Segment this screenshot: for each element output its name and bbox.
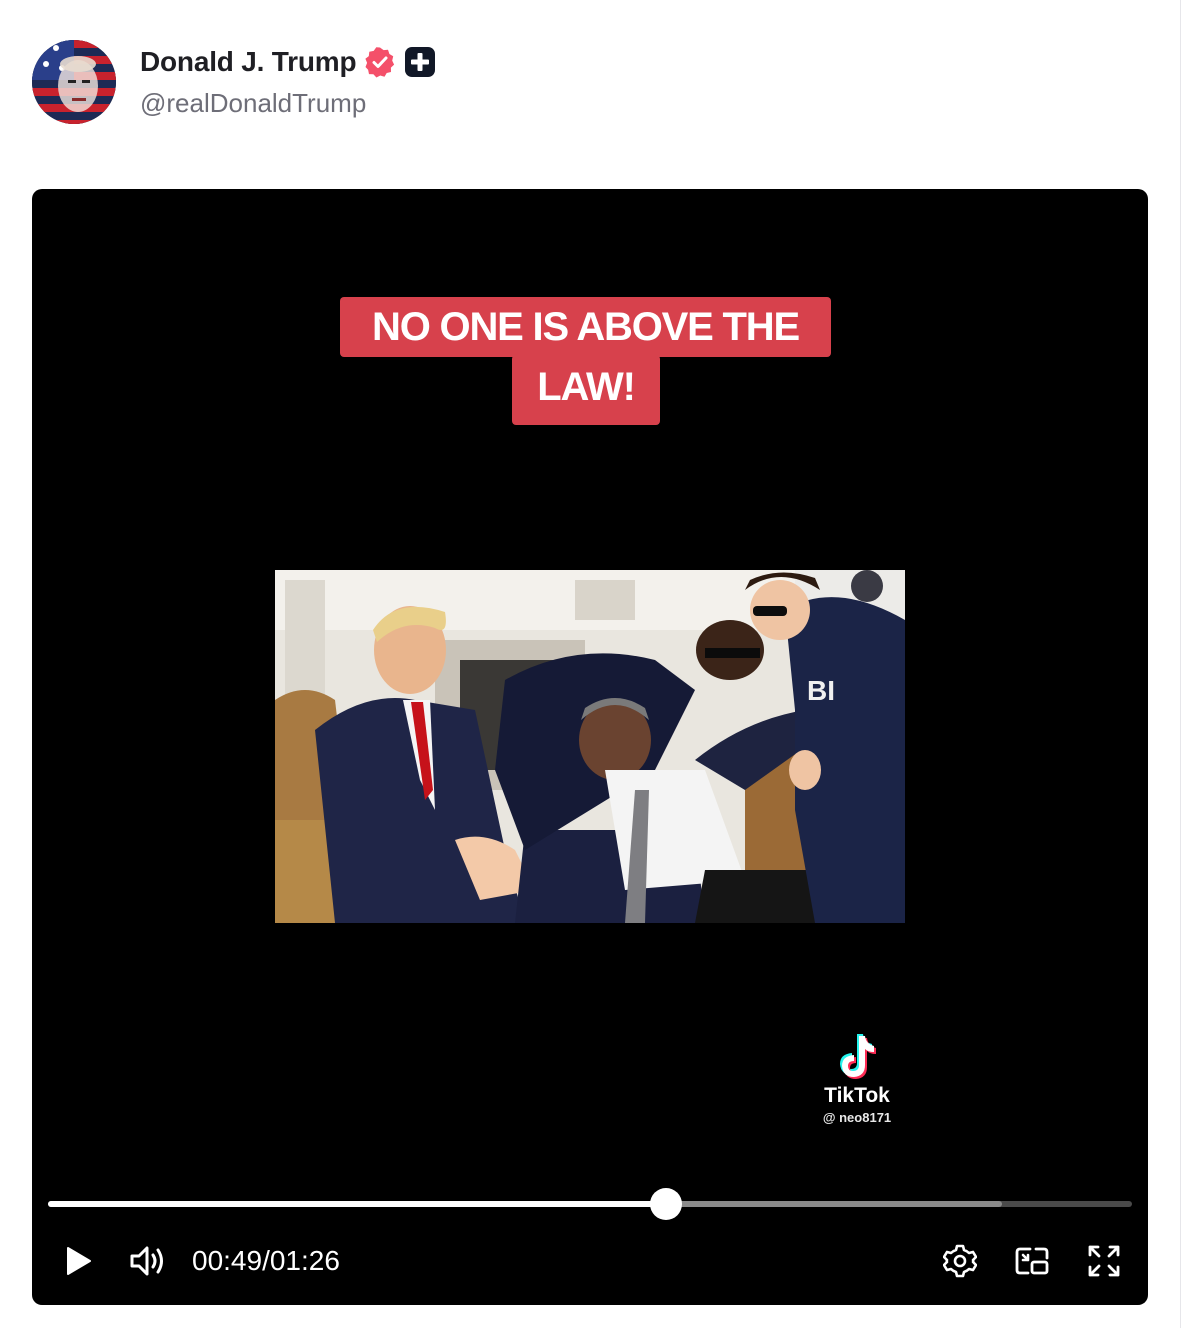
picture-in-picture-button[interactable]	[1012, 1241, 1052, 1281]
avatar[interactable]	[32, 40, 116, 124]
time-separator: /	[262, 1245, 270, 1276]
author-name-row: Donald J. Trump	[140, 42, 436, 82]
volume-button[interactable]	[128, 1241, 168, 1281]
fullscreen-button[interactable]	[1084, 1241, 1124, 1281]
progress-played	[48, 1201, 666, 1207]
page-divider	[1180, 0, 1181, 1328]
duration: 01:26	[269, 1245, 340, 1276]
volume-icon	[130, 1246, 163, 1276]
author-handle[interactable]: @realDonaldTrump	[140, 88, 366, 119]
svg-text:BI: BI	[807, 675, 835, 706]
fullscreen-icon	[1088, 1245, 1120, 1277]
video-caption-line-1: NO ONE IS ABOVE THE	[340, 297, 831, 357]
plus-badge-icon	[405, 47, 436, 77]
tiktok-watermark: TikTok @ neo8171	[802, 1032, 912, 1142]
play-button[interactable]	[58, 1241, 98, 1281]
time-display: 00:49/01:26	[192, 1242, 340, 1280]
picture-in-picture-icon	[1015, 1247, 1049, 1275]
avatar-image	[32, 40, 116, 124]
post-header: Donald J. Trump @realDonaldTrump	[32, 38, 1132, 128]
tiktok-username: @ neo8171	[822, 1110, 892, 1125]
tiktok-brand-label: TikTok	[824, 1084, 890, 1107]
current-time: 00:49	[192, 1245, 263, 1276]
verified-badge-icon	[365, 47, 395, 78]
author-display-name[interactable]: Donald J. Trump	[140, 46, 357, 78]
video-frame-illustration: BI	[275, 570, 905, 923]
progress-scrubber-handle[interactable]	[649, 1188, 682, 1220]
video-frame-image: BI	[275, 570, 905, 923]
video-caption-line-2: LAW!	[512, 355, 660, 425]
tiktok-logo-icon	[840, 1034, 876, 1079]
settings-button[interactable]	[940, 1241, 980, 1281]
settings-icon	[943, 1244, 977, 1278]
play-icon	[67, 1247, 91, 1275]
video-player[interactable]: LAW! NO ONE IS ABOVE THE BI TikTok @ neo…	[32, 189, 1148, 1305]
progress-bar[interactable]	[48, 1188, 1132, 1220]
